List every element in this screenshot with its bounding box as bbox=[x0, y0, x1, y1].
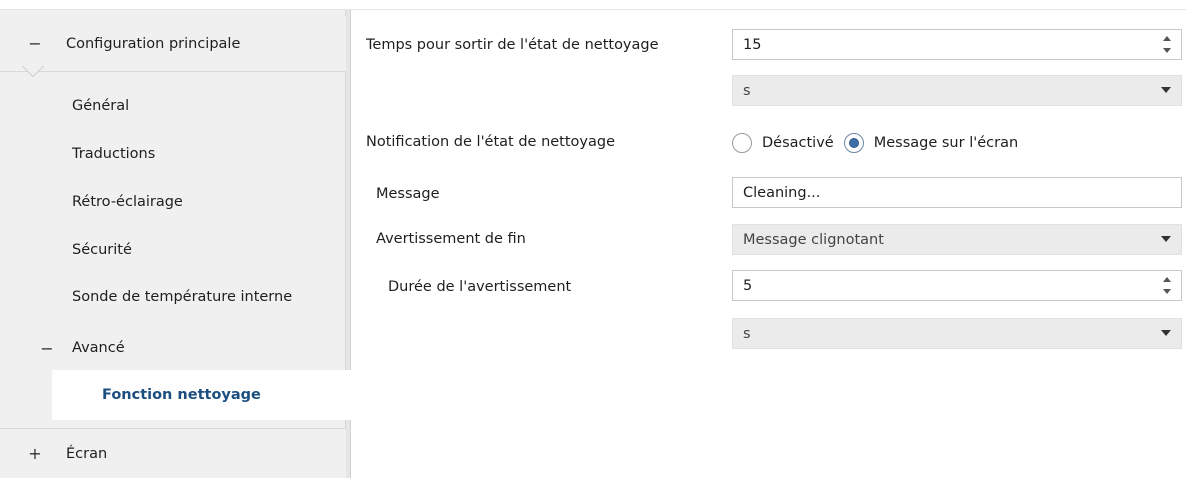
end-warning-select[interactable]: Message clignotant bbox=[732, 224, 1182, 255]
message-value: Cleaning... bbox=[743, 184, 821, 201]
section-pointer bbox=[22, 66, 44, 78]
message-label: Message bbox=[376, 186, 440, 202]
warning-duration-label: Durée de l'avertissement bbox=[388, 279, 572, 295]
top-divider bbox=[0, 0, 1186, 10]
radio-message-ecran-label[interactable]: Message sur l'écran bbox=[874, 135, 1018, 151]
chevron-down-icon bbox=[1161, 330, 1171, 336]
exit-time-label: Temps pour sortir de l'état de nettoyage bbox=[366, 37, 659, 53]
sidebar-section-label: Écran bbox=[66, 445, 108, 462]
exit-time-value: 15 bbox=[743, 36, 762, 53]
sidebar-item-label: Fonction nettoyage bbox=[102, 387, 261, 403]
end-warning-label: Avertissement de fin bbox=[376, 231, 526, 247]
warning-duration-unit-select[interactable]: s bbox=[732, 318, 1182, 349]
exit-time-unit-select[interactable]: s bbox=[732, 75, 1182, 106]
sidebar-item-label: Avancé bbox=[72, 340, 125, 356]
sidebar-item-securite[interactable]: Sécurité bbox=[72, 242, 132, 258]
sidebar-item-fonction-nettoyage[interactable]: Fonction nettoyage bbox=[52, 370, 352, 420]
collapse-icon[interactable]: − bbox=[36, 339, 58, 358]
notification-label: Notification de l'état de nettoyage bbox=[366, 134, 616, 150]
sidebar-section-configuration-principale[interactable]: − Configuration principale bbox=[0, 16, 346, 72]
message-input[interactable]: Cleaning... bbox=[732, 177, 1182, 208]
chevron-down-icon bbox=[1161, 87, 1171, 93]
sidebar-section-label: Configuration principale bbox=[66, 35, 241, 52]
sidebar-item-sonde-temperature[interactable]: Sonde de température interne bbox=[72, 289, 292, 305]
radio-desactive[interactable] bbox=[732, 133, 752, 153]
radio-desactive-label[interactable]: Désactivé bbox=[762, 135, 834, 151]
warning-duration-unit-value: s bbox=[743, 325, 751, 342]
expand-icon[interactable]: + bbox=[24, 444, 46, 463]
warning-duration-spinbox[interactable]: 5 bbox=[732, 270, 1182, 301]
sidebar-section-ecran[interactable]: + Écran bbox=[0, 428, 346, 478]
spinner-arrows-icon[interactable] bbox=[1163, 277, 1173, 295]
sidebar-item-general[interactable]: Général bbox=[72, 98, 129, 114]
notification-radio-group: Désactivé Message sur l'écran bbox=[732, 128, 1028, 158]
collapse-icon[interactable]: − bbox=[24, 34, 46, 53]
exit-time-unit-value: s bbox=[743, 82, 751, 99]
end-warning-value: Message clignotant bbox=[743, 231, 884, 248]
sidebar-item-avance[interactable]: − Avancé bbox=[0, 336, 346, 360]
warning-duration-value: 5 bbox=[743, 277, 753, 294]
sidebar-item-traductions[interactable]: Traductions bbox=[72, 146, 155, 162]
spinner-arrows-icon[interactable] bbox=[1163, 36, 1173, 54]
sidebar-item-retro-eclairage[interactable]: Rétro-éclairage bbox=[72, 194, 183, 210]
radio-message-ecran[interactable] bbox=[843, 133, 864, 153]
chevron-down-icon bbox=[1161, 236, 1171, 242]
exit-time-spinbox[interactable]: 15 bbox=[732, 29, 1182, 60]
